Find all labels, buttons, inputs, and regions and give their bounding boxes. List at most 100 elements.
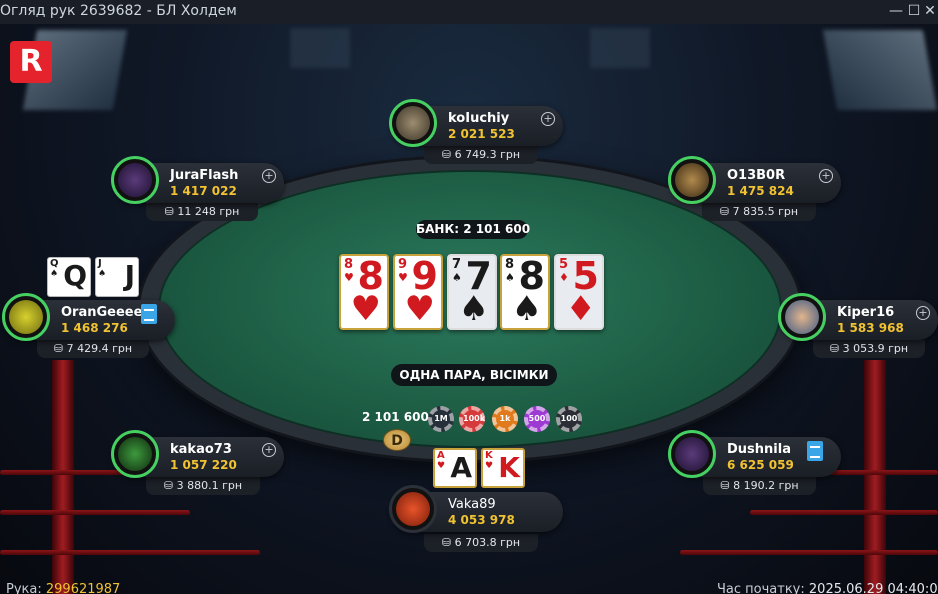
ring-rope <box>0 550 260 555</box>
wallet-icon: ⛁ <box>719 205 730 218</box>
heart-icon: ♥ <box>437 461 446 471</box>
card-rank: K <box>485 450 493 461</box>
wallet-icon: ⛁ <box>441 148 452 161</box>
card-rank: 7 <box>452 257 462 272</box>
ring-rope <box>750 510 938 515</box>
player-name: OranGeeee <box>61 305 143 320</box>
heart-icon: ♥ <box>485 461 494 471</box>
hole-card: A ♥ A <box>433 448 477 488</box>
note-icon[interactable] <box>807 441 823 461</box>
avatar-image <box>9 300 43 334</box>
card-rank: 8 <box>344 257 354 272</box>
wallet-icon: ⛁ <box>163 479 174 492</box>
minimize-button[interactable]: — <box>888 2 904 20</box>
ring-rope <box>680 550 938 555</box>
dealer-button: D <box>383 429 411 451</box>
player-stack: 1 475 824 <box>727 184 794 198</box>
close-button[interactable]: ✕ <box>922 2 938 20</box>
player-winnings: ⛁ 6 749.3 грн <box>424 146 538 164</box>
card-rank: 9 <box>398 257 408 272</box>
hole-card: K ♥ K <box>481 448 525 488</box>
maximize-button[interactable]: ☐ <box>906 2 922 20</box>
avatar-image <box>396 106 430 140</box>
player-avatar[interactable] <box>668 430 716 478</box>
start-time-label: Час початку: <box>717 582 805 594</box>
room-logo: R <box>10 41 52 83</box>
avatar-image <box>675 437 709 471</box>
heart-icon: ♥ <box>398 271 408 284</box>
heart-icon: ♥ <box>344 271 354 284</box>
wallet-icon: ⛁ <box>53 342 64 355</box>
card-rank: J <box>98 258 102 269</box>
heart-icon: ♥ <box>404 289 435 329</box>
player-name: kakao73 <box>170 442 232 457</box>
player-avatar[interactable] <box>389 99 437 147</box>
card-rank: A <box>450 451 472 484</box>
player-winnings: ⛁ 6 703.8 грн <box>424 534 538 552</box>
player-winnings: ⛁ 7 429.4 грн <box>37 340 149 358</box>
note-icon[interactable] <box>141 304 157 324</box>
player-winnings: ⛁ 3 053.9 грн <box>813 340 925 358</box>
player-avatar[interactable] <box>2 293 50 341</box>
hand-id: Рука: 299621987 <box>6 582 120 594</box>
board-card: 8 ♠ 8 ♠ <box>500 254 550 330</box>
spade-icon: ♠ <box>98 269 107 279</box>
hand-id-label: Рука: <box>6 582 42 594</box>
player-avatar[interactable] <box>668 156 716 204</box>
player-stack: 1 057 220 <box>170 458 237 472</box>
board-card: 7 ♠ 7 ♠ <box>447 254 497 330</box>
add-note-icon[interactable]: + <box>541 112 555 126</box>
hole-card: Q ♠ Q <box>47 257 91 297</box>
spade-icon: ♠ <box>511 289 542 329</box>
hand-result-label: ОДНА ПАРА, ВІСІМКИ <box>391 364 557 386</box>
player-name: JuraFlash <box>170 168 239 183</box>
player-winnings: ⛁ 7 835.5 грн <box>702 203 816 221</box>
player-winnings: ⛁ 11 248 грн <box>146 203 258 221</box>
stage-light-top-right <box>590 28 650 68</box>
player-stack: 6 625 059 <box>727 458 794 472</box>
avatar-image <box>118 163 152 197</box>
player-avatar[interactable] <box>389 485 437 533</box>
player-stack: 1 468 276 <box>61 321 128 335</box>
chip-500: 500 <box>524 406 550 432</box>
add-note-icon[interactable]: + <box>262 443 276 457</box>
add-note-icon[interactable]: + <box>916 306 930 320</box>
player-stack: 1 583 968 <box>837 321 904 335</box>
player-stack: 2 021 523 <box>448 127 515 141</box>
player-stack: 1 417 022 <box>170 184 237 198</box>
start-time: Час початку: 2025.06.29 04:40:00 <box>717 582 938 594</box>
avatar-image <box>396 492 430 526</box>
card-rank: J <box>124 259 135 292</box>
chip-100: 100 <box>556 406 582 432</box>
player-winnings: ⛁ 8 190.2 грн <box>703 477 816 495</box>
player-winnings: ⛁ 3 880.1 грн <box>146 477 260 495</box>
spade-icon: ♠ <box>50 269 59 279</box>
avatar-image <box>118 437 152 471</box>
hole-card: J ♠ J <box>95 257 139 297</box>
ring-post-left <box>52 360 74 594</box>
player-avatar[interactable] <box>778 293 826 341</box>
chip-1k: 1k <box>492 406 518 432</box>
add-note-icon[interactable]: + <box>819 169 833 183</box>
hand-id-value[interactable]: 299621987 <box>46 582 120 594</box>
card-rank: 5 <box>559 257 569 272</box>
card-rank: 8 <box>505 257 515 272</box>
hand-replay-window: Огляд рук 2639682 - БЛ Холдем — ☐ ✕ R БА… <box>0 0 938 594</box>
board-card: 5 ♦ 5 ♦ <box>554 254 604 330</box>
heart-icon: ♥ <box>350 289 381 329</box>
spade-icon: ♠ <box>458 289 489 329</box>
board-card: 9 ♥ 9 ♥ <box>393 254 443 330</box>
player-name: O13B0R <box>727 168 786 183</box>
add-note-icon[interactable]: + <box>262 169 276 183</box>
ring-post-right <box>864 360 886 594</box>
card-rank: Q <box>50 258 59 269</box>
wallet-icon: ⛁ <box>720 479 730 492</box>
chip-1m: 1M <box>428 406 454 432</box>
pot-label: БАНК: 2 101 600 <box>416 220 530 239</box>
diamond-icon: ♦ <box>565 289 596 329</box>
player-avatar[interactable] <box>111 430 159 478</box>
card-rank: K <box>498 451 520 484</box>
player-name: Vaka89 <box>448 497 496 512</box>
window-title: Огляд рук 2639682 - БЛ Холдем <box>0 3 237 19</box>
player-avatar[interactable] <box>111 156 159 204</box>
